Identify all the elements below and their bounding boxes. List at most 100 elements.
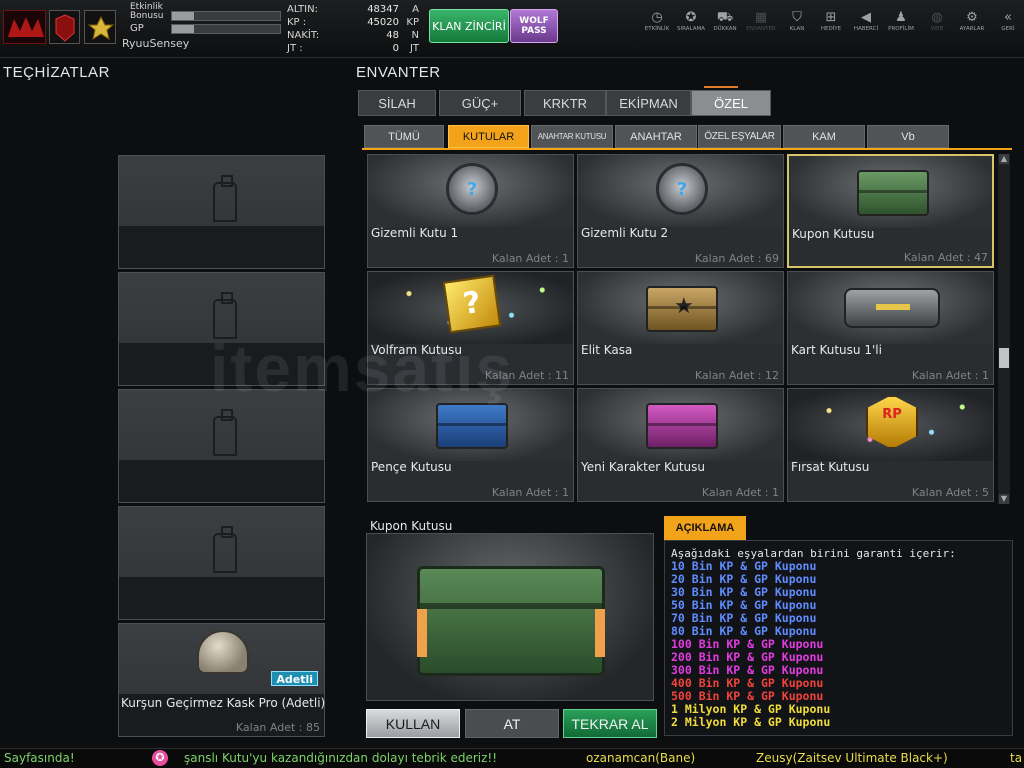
inventory-item[interactable]: ? Gizemli Kutu 2 Kalan Adet : 69 [577, 154, 784, 268]
shield-icon: ⛉ [792, 10, 802, 25]
scroll-up-arrow-icon[interactable]: ▲ [999, 154, 1009, 164]
tab-özel[interactable]: ÖZEL [691, 90, 771, 116]
clan-logo [3, 10, 46, 44]
equipment-title: TEÇHİZATLAR [3, 64, 110, 81]
back-icon: « [1004, 10, 1012, 25]
inventory-item[interactable]: Kart Kutusu 1'li Kalan Adet : 1 [787, 271, 994, 385]
username: RyuuSensey [122, 37, 190, 50]
item-count: Kalan Adet : 69 [694, 252, 779, 265]
ticker-tail: ta [1010, 751, 1023, 765]
drop-button[interactable]: AT [465, 709, 559, 738]
description-header: AÇIKLAMA [664, 516, 746, 540]
nav-label: SIRALAMA [677, 26, 705, 32]
gear-icon: ⚙ [966, 10, 978, 25]
claw-box-icon [436, 403, 508, 449]
subtab-özel-eşyalar[interactable]: ÖZEL EŞYALAR [698, 125, 781, 148]
card-box-icon [844, 288, 940, 328]
scroll-down-arrow-icon[interactable]: ▼ [999, 494, 1009, 504]
tab-güç+[interactable]: GÜÇ+ [439, 90, 521, 116]
jt-unit: JT [409, 43, 419, 54]
nav-label: ENVANTER [746, 26, 776, 32]
item-name: Elit Kasa [581, 343, 633, 357]
item-name: Gizemli Kutu 2 [581, 226, 669, 240]
scroll-thumb[interactable] [999, 348, 1009, 368]
helmet-icon [197, 630, 249, 674]
item-grid-scrollbar[interactable]: ▲ ▼ [998, 154, 1010, 504]
tab-eki̇pman[interactable]: EKİPMAN [606, 90, 691, 116]
coupon-box-icon [857, 170, 929, 216]
subtab-kutular[interactable]: KUTULAR [448, 125, 529, 148]
item-count: Kalan Adet : 1 [911, 369, 989, 382]
inventory-icon: ▦ [754, 10, 768, 25]
bonus-progress-fill [172, 12, 194, 20]
news-ticker: Sayfasında! ✪ şanslı Kutu'yu kazandığını… [0, 748, 1024, 768]
equipment-slot[interactable] [118, 155, 325, 269]
description-list: 10 Bin KP & GP Kuponu 20 Bin KP & GP Kupo… [671, 560, 1006, 729]
inventory-item[interactable]: ? Gizemli Kutu 1 Kalan Adet : 1 [367, 154, 574, 268]
nav-megaphone[interactable]: ◀ HABERCİ [849, 10, 883, 40]
inventory-item[interactable]: ★ Elit Kasa Kalan Adet : 12 [577, 271, 784, 385]
subtab-anahtar[interactable]: ANAHTAR [615, 125, 697, 148]
equipment-slot[interactable] [118, 389, 325, 503]
globe-icon: ◍ [931, 10, 943, 25]
rank-emblem [49, 10, 80, 44]
nav-cart[interactable]: ⛟ DÜKKAN [708, 10, 742, 40]
nav-label: HEDİYE [820, 26, 842, 32]
top-bar: Etkinlik Bonusu GP RyuuSensey ALTIN: 4834… [0, 0, 1024, 58]
nav-label: HABERCİ [853, 26, 879, 32]
inventory-item[interactable]: Kupon Kutusu Kalan Adet : 47 [787, 154, 994, 268]
nav-clock[interactable]: ◷ ETKİNLİK [640, 10, 674, 40]
item-name: Yeni Karakter Kutusu [581, 460, 706, 474]
slot-footer [119, 577, 324, 619]
wolfram-box-icon: ? [442, 274, 502, 334]
nav-medal[interactable]: ✪ SIRALAMA [674, 10, 708, 40]
gp-label: GP [130, 23, 144, 34]
rank-badge-icon [84, 10, 116, 44]
subtab-underline [362, 148, 1012, 150]
item-preview [366, 533, 654, 701]
cash-label: NAKİT: [287, 30, 320, 41]
klan-chain-button[interactable]: KLAN ZİNCİRİ [429, 9, 509, 43]
jt-value: 0 [392, 43, 399, 54]
item-scene: ★ [578, 272, 783, 344]
gold-unit: A [412, 4, 419, 15]
detail-title: Kupon Kutusu [370, 519, 453, 533]
subtab-vb[interactable]: Vb [867, 125, 949, 148]
nav-globe[interactable]: ◍ WEB [920, 10, 954, 40]
subtab-anahtar-kutusu[interactable]: ANAHTAR KUTUSU [531, 125, 613, 148]
empty-slot-icon [213, 526, 237, 573]
nav-label: PROFİLİM [888, 26, 914, 32]
cash-value: 48 [386, 30, 399, 41]
mystery-orb-icon: ? [656, 163, 708, 215]
subtab-kam[interactable]: KAM [783, 125, 865, 148]
nav-label: WEB [930, 26, 944, 32]
mystery-orb-icon: ? [446, 163, 498, 215]
nav-gear[interactable]: ⚙ AYARLAR [955, 10, 989, 40]
nav-shield[interactable]: ⛉ KLAN [780, 10, 814, 40]
wolf-pass-button[interactable]: WOLF PASS [510, 9, 558, 43]
item-scene: RP [788, 389, 993, 461]
opportunity-box-icon: RP [866, 395, 918, 449]
nav-inventory[interactable]: ▦ ENVANTER [744, 10, 778, 40]
item-scene: ? [368, 155, 573, 227]
active-tab-indicator [704, 86, 738, 88]
profile-icon: ♟ [895, 10, 907, 25]
repeat-buy-button[interactable]: TEKRAR AL [563, 709, 657, 738]
equipment-slot[interactable] [118, 506, 325, 620]
item-name: Fırsat Kutusu [791, 460, 870, 474]
inventory-item[interactable]: RP Fırsat Kutusu Kalan Adet : 5 [787, 388, 994, 502]
kp-label: KP : [287, 17, 307, 28]
inventory-item[interactable]: Yeni Karakter Kutusu Kalan Adet : 1 [577, 388, 784, 502]
currency-panel: ALTIN: 48347 A KP : 45020 KP NAKİT: 48 N JT : 0… [283, 4, 423, 56]
star-emblem-icon: ★ [674, 294, 694, 319]
tab-si̇lah[interactable]: SİLAH [358, 90, 436, 116]
nav-gift[interactable]: ⊞ HEDİYE [814, 10, 848, 40]
nav-label: ETKİNLİK [644, 26, 670, 32]
nav-back[interactable]: «GERİ [991, 10, 1024, 40]
item-count: Kalan Adet : 12 [694, 369, 779, 382]
use-button[interactable]: KULLAN [366, 709, 460, 738]
equipment-slot[interactable]: Adetli Kurşun Geçirmez Kask Pro (Adetli) K… [118, 623, 325, 737]
tab-krktr[interactable]: KRKTR [524, 90, 606, 116]
nav-profile[interactable]: ♟ PROFİLİM [884, 10, 918, 40]
subtab-tümü[interactable]: TÜMÜ [364, 125, 444, 148]
